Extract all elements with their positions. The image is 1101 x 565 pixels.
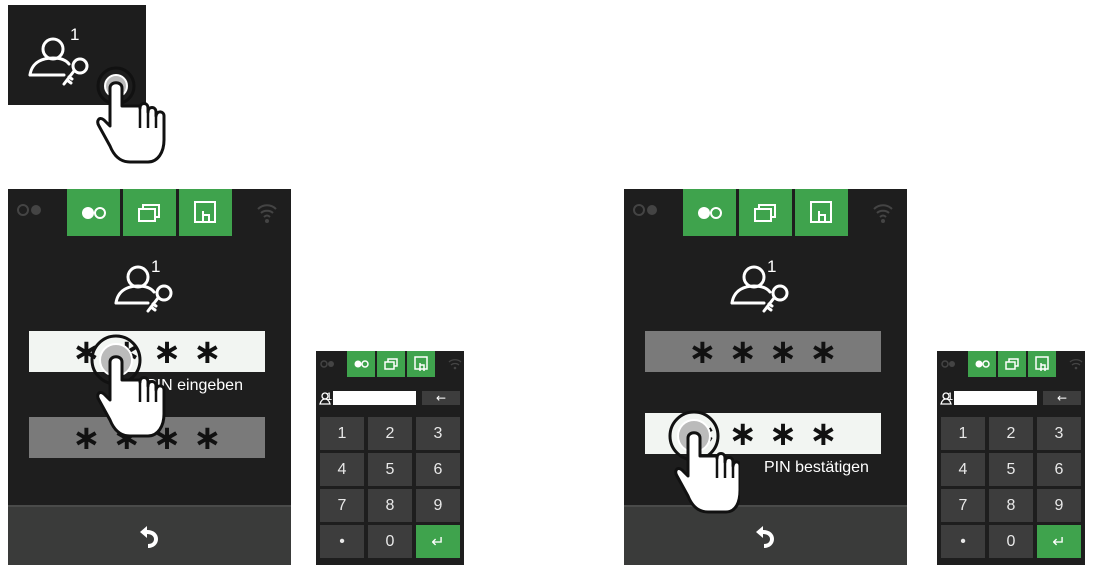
enter-key[interactable]: ↵ bbox=[416, 525, 460, 558]
touch-icon bbox=[1035, 356, 1049, 371]
key-7[interactable]: 7 bbox=[941, 489, 985, 522]
tab-layers[interactable] bbox=[123, 189, 176, 236]
key-2[interactable]: 2 bbox=[368, 417, 412, 450]
key-4[interactable]: 4 bbox=[941, 453, 985, 486]
pin-caption: PIN bestätigen bbox=[764, 459, 869, 476]
key-9[interactable]: 9 bbox=[1037, 489, 1081, 522]
tab-touch[interactable] bbox=[795, 189, 848, 236]
tab-touch[interactable] bbox=[1028, 351, 1056, 377]
key-5[interactable]: 5 bbox=[368, 453, 412, 486]
key-3[interactable]: 3 bbox=[1037, 417, 1081, 450]
tab-layers[interactable] bbox=[739, 189, 792, 236]
hand-pointer-icon bbox=[96, 66, 166, 164]
pin-keypad-screen: 1 ← 1 2 3 4 5 6 7 8 9 • 0 ↵ bbox=[316, 351, 464, 565]
key-8[interactable]: 8 bbox=[989, 489, 1033, 522]
camera-status-icon bbox=[941, 360, 955, 368]
backspace-key[interactable]: ← bbox=[422, 391, 460, 405]
tab-tape[interactable] bbox=[968, 351, 996, 377]
user-number-label: 1 bbox=[947, 391, 954, 403]
layers-icon bbox=[138, 204, 160, 222]
pin-input-field[interactable]: ∗ ∗ ∗ ∗ bbox=[645, 331, 881, 372]
tab-touch[interactable] bbox=[179, 189, 232, 236]
key-8[interactable]: 8 bbox=[368, 489, 412, 522]
camera-status-icon bbox=[633, 204, 657, 216]
touch-icon bbox=[810, 201, 832, 223]
pin-display-field[interactable] bbox=[954, 391, 1037, 405]
layers-icon bbox=[754, 204, 776, 222]
top-bar bbox=[624, 189, 907, 236]
layers-icon bbox=[384, 358, 398, 370]
user-number-label: 1 bbox=[70, 25, 80, 44]
hand-pointer-icon bbox=[90, 334, 166, 438]
tab-tape[interactable] bbox=[683, 189, 736, 236]
tape-icon bbox=[975, 360, 990, 368]
key-1[interactable]: 1 bbox=[320, 417, 364, 450]
return-arrow-icon[interactable] bbox=[138, 525, 160, 549]
user-key-icon bbox=[730, 265, 789, 313]
key-4[interactable]: 4 bbox=[320, 453, 364, 486]
pin-display-field[interactable] bbox=[333, 391, 416, 405]
pin-masked-value: ∗ ∗ ∗ ∗ bbox=[688, 331, 838, 372]
camera-status-icon bbox=[17, 204, 41, 216]
touch-icon bbox=[414, 356, 428, 371]
key-6[interactable]: 6 bbox=[1037, 453, 1081, 486]
tape-icon bbox=[698, 207, 722, 219]
tab-tape[interactable] bbox=[347, 351, 375, 377]
key-dot[interactable]: • bbox=[941, 525, 985, 558]
tab-tape[interactable] bbox=[67, 189, 120, 236]
user-number-label: 1 bbox=[767, 257, 777, 276]
tab-layers[interactable] bbox=[377, 351, 405, 377]
key-7[interactable]: 7 bbox=[320, 489, 364, 522]
return-arrow-icon[interactable] bbox=[754, 525, 776, 549]
key-6[interactable]: 6 bbox=[416, 453, 460, 486]
bottom-bar bbox=[8, 505, 291, 565]
wifi-icon bbox=[257, 204, 277, 223]
key-9[interactable]: 9 bbox=[416, 489, 460, 522]
user-key-icon bbox=[114, 265, 173, 313]
key-1[interactable]: 1 bbox=[941, 417, 985, 450]
pin-keypad-screen: 1 ← 1 2 3 4 5 6 7 8 9 • 0 ↵ bbox=[937, 351, 1085, 565]
user-number-label: 1 bbox=[151, 257, 161, 276]
hand-pointer-icon bbox=[668, 410, 740, 514]
key-dot[interactable]: • bbox=[320, 525, 364, 558]
key-2[interactable]: 2 bbox=[989, 417, 1033, 450]
layers-icon bbox=[1005, 358, 1019, 370]
user-number-label: 1 bbox=[326, 391, 333, 403]
touch-icon bbox=[194, 201, 216, 223]
top-bar bbox=[8, 189, 291, 236]
tab-layers[interactable] bbox=[998, 351, 1026, 377]
key-3[interactable]: 3 bbox=[416, 417, 460, 450]
key-0[interactable]: 0 bbox=[989, 525, 1033, 558]
wifi-icon bbox=[1069, 359, 1083, 370]
key-5[interactable]: 5 bbox=[989, 453, 1033, 486]
camera-status-icon bbox=[320, 360, 334, 368]
backspace-key[interactable]: ← bbox=[1043, 391, 1081, 405]
tape-icon bbox=[354, 360, 369, 368]
wifi-icon bbox=[873, 204, 893, 223]
tape-icon bbox=[82, 207, 106, 219]
key-0[interactable]: 0 bbox=[368, 525, 412, 558]
wifi-icon bbox=[448, 359, 462, 370]
enter-key[interactable]: ↵ bbox=[1037, 525, 1081, 558]
tab-touch[interactable] bbox=[407, 351, 435, 377]
